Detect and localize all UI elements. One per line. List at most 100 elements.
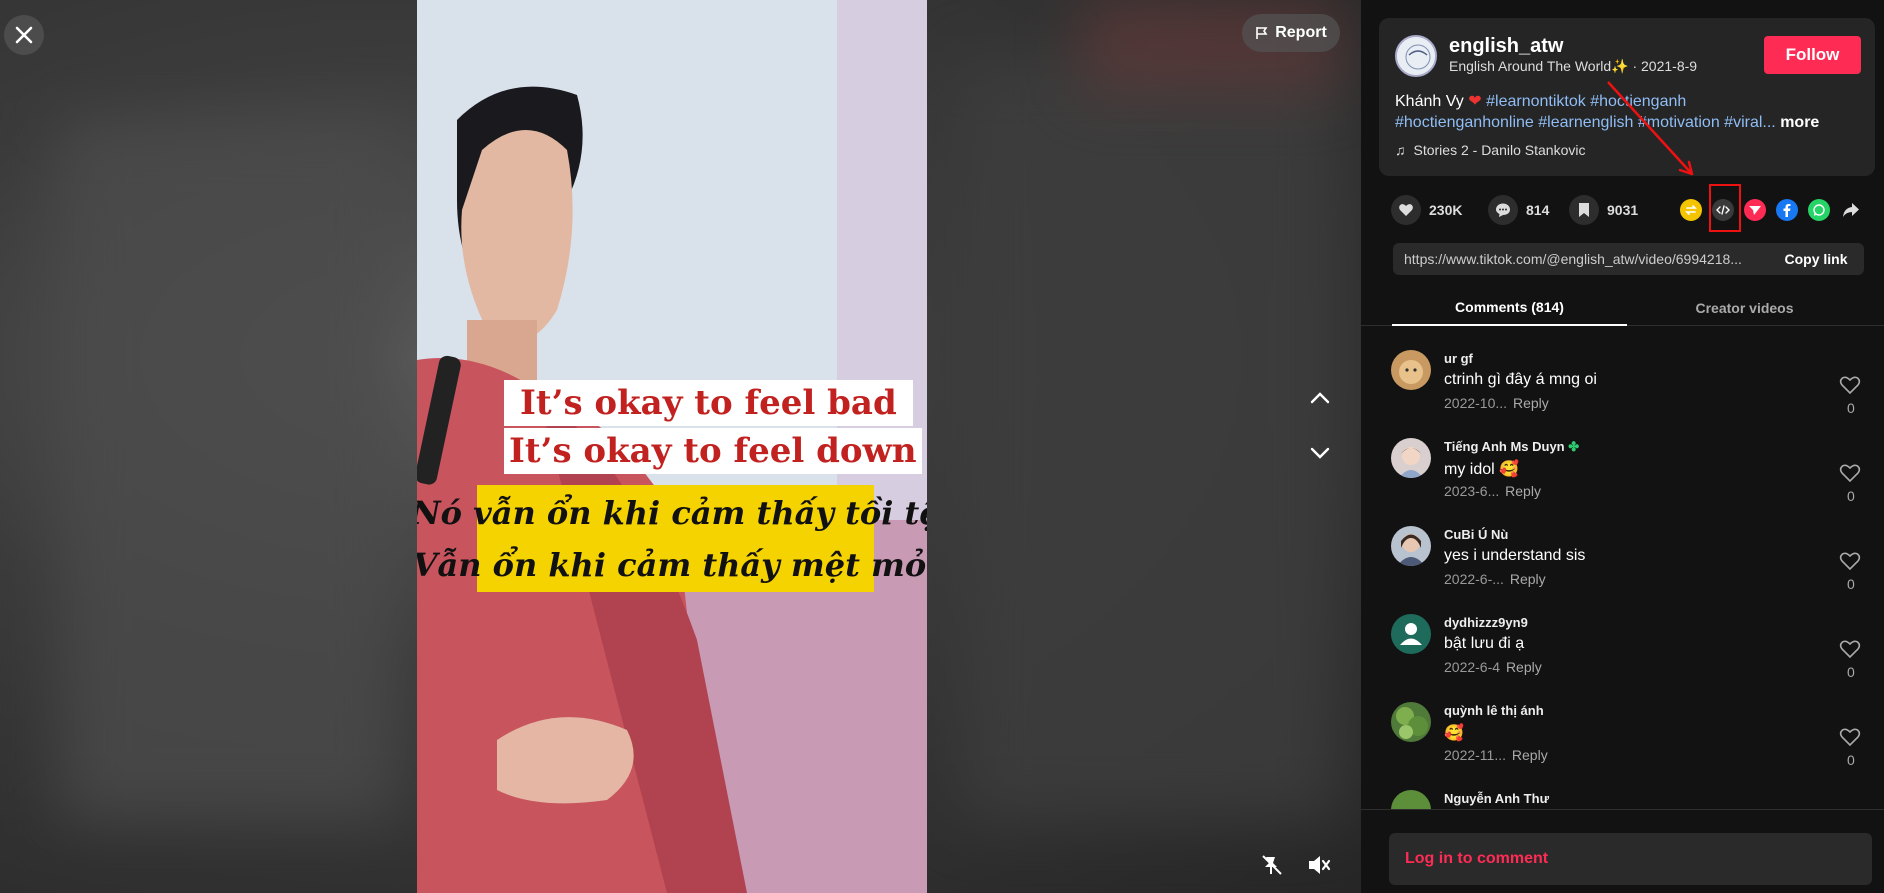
default-avatar-icon <box>1400 623 1422 645</box>
commenter-avatar[interactable] <box>1391 702 1431 742</box>
comment-count: 814 <box>1526 202 1550 218</box>
repost-icon <box>1685 205 1697 215</box>
mute-button[interactable] <box>1302 848 1336 882</box>
commenter-name[interactable]: CuBi Ú Nù <box>1444 527 1508 542</box>
commenter-name[interactable]: dydhizzz9yn9 <box>1444 615 1528 630</box>
login-to-comment-button[interactable]: Log in to comment <box>1389 833 1872 885</box>
more-share-button[interactable] <box>1840 199 1862 221</box>
reply-button[interactable]: Reply <box>1510 571 1546 587</box>
comment-stat[interactable]: 814 <box>1488 195 1549 225</box>
hashtag-link[interactable]: #learnontiktok <box>1486 93 1586 110</box>
avatar-image <box>1396 707 1428 739</box>
background-blur <box>60 120 400 820</box>
comment-date: 2022-6-4 <box>1444 659 1501 675</box>
avatar-image <box>1399 447 1423 478</box>
share-link-text[interactable]: https://www.tiktok.com/@english_atw/vide… <box>1393 251 1768 267</box>
report-button[interactable]: Report <box>1242 14 1340 52</box>
heart-emoji-icon: ❤ <box>1468 93 1482 110</box>
comment-text: ctrinh gì đây á mng oi <box>1444 371 1597 388</box>
comment-item: dydhizzz9yn9 bật lưu đi ạ 2022-6-4 Reply… <box>1361 614 1884 702</box>
commenter-name[interactable]: ur gf <box>1444 351 1473 366</box>
background-blur <box>960 60 1340 820</box>
commenter-name[interactable]: Nguyễn Anh Thư <box>1444 791 1549 806</box>
comment-item: ur gf ctrinh gì đây á mng oi 2022-10... … <box>1361 350 1884 438</box>
tiktok-video-viewer: Report It’s okay to <box>0 0 1884 893</box>
commenter-name[interactable]: Tiếng Anh Ms Duyn ✤ <box>1444 439 1579 455</box>
comment-date: 2022-11... <box>1444 747 1507 763</box>
author-nickname: English Around The World✨ <box>1449 58 1629 74</box>
commenter-avatar[interactable] <box>1391 614 1431 654</box>
comment-item: CuBi Ú Nù yes i understand sis 2022-6-..… <box>1361 526 1884 614</box>
author-username[interactable]: english_atw <box>1449 35 1563 58</box>
save-stat[interactable]: 9031 <box>1569 195 1638 225</box>
heart-outline-icon[interactable] <box>1839 462 1861 484</box>
commenter-avatar[interactable] <box>1391 790 1431 809</box>
comment-item: quỳnh lê thị ánh 🥰 2022-11... Reply 0 <box>1361 702 1884 790</box>
tab-creator-videos[interactable]: Creator videos <box>1627 290 1862 326</box>
mute-icon <box>1309 856 1331 874</box>
save-button[interactable] <box>1569 195 1599 225</box>
caption-en-line-2: It’s okay to feel down <box>504 428 922 474</box>
panel-tabs: Comments (814) Creator videos <box>1361 290 1884 326</box>
facebook-share-button[interactable] <box>1776 199 1798 221</box>
heart-outline-icon[interactable] <box>1839 726 1861 748</box>
heart-outline-icon[interactable] <box>1839 550 1861 572</box>
report-label: Report <box>1275 24 1327 41</box>
more-button[interactable]: more <box>1780 114 1819 131</box>
reply-button[interactable]: Reply <box>1506 659 1542 675</box>
video-player[interactable]: It’s okay to feel bad It’s okay to feel … <box>417 0 927 893</box>
caption-vi-line-2: Vẫn ổn khi cảm thấy mệt mỏi <box>417 545 927 584</box>
close-button[interactable] <box>4 15 44 55</box>
save-count: 9031 <box>1607 202 1639 218</box>
comment-button[interactable] <box>1488 195 1518 225</box>
comment-text: 🥰 <box>1444 725 1464 742</box>
hashtag-link[interactable]: #hoctienganhonline <box>1395 114 1534 131</box>
comment-like-count: 0 <box>1847 664 1855 680</box>
comment-meta: 2022-6-4 Reply <box>1444 659 1542 675</box>
copy-link-button[interactable]: Copy link <box>1768 243 1864 275</box>
facebook-icon <box>1783 204 1791 217</box>
hashtag-link[interactable]: #motivation <box>1638 114 1720 131</box>
send-button[interactable] <box>1744 199 1766 221</box>
follow-button[interactable]: Follow <box>1764 36 1861 74</box>
comment-text: yes i understand sis <box>1444 547 1586 564</box>
hashtag-link[interactable]: #hoctienganh <box>1590 93 1686 110</box>
like-stat[interactable]: 230K <box>1391 195 1462 225</box>
hashtag-link[interactable]: #viral... <box>1724 114 1776 131</box>
music-title: Stories 2 - Danilo Stankovic <box>1413 142 1586 158</box>
reply-button[interactable]: Reply <box>1512 747 1548 763</box>
reply-button[interactable]: Reply <box>1505 483 1541 499</box>
music-info[interactable]: ♫ Stories 2 - Danilo Stankovic <box>1395 142 1585 158</box>
commenter-name[interactable]: quỳnh lê thị ánh <box>1444 703 1544 718</box>
pip-button[interactable] <box>1255 848 1289 882</box>
repost-button[interactable] <box>1680 199 1702 221</box>
whatsapp-icon <box>1813 204 1825 216</box>
caption-vi-box: Nó vẫn ổn khi cảm thấy tồi tệ Vẫn ổn khi… <box>417 485 927 592</box>
comment-like-count: 0 <box>1847 488 1855 504</box>
heart-outline-icon[interactable] <box>1839 638 1861 660</box>
heart-outline-icon[interactable] <box>1839 374 1861 396</box>
whatsapp-share-button[interactable] <box>1808 199 1830 221</box>
next-video-button[interactable] <box>1302 435 1338 471</box>
commenter-avatar[interactable] <box>1391 438 1431 478</box>
post-date: · 2021-8-9 <box>1628 58 1698 74</box>
commenter-avatar[interactable] <box>1391 350 1431 390</box>
previous-video-button[interactable] <box>1302 380 1338 416</box>
comment-footer: Log in to comment <box>1361 809 1884 893</box>
comment-date: 2022-6-... <box>1444 571 1504 587</box>
comment-date: 2022-10... <box>1444 395 1508 411</box>
like-button[interactable] <box>1391 195 1421 225</box>
annotation-highlight-box <box>1709 184 1741 232</box>
reply-button[interactable]: Reply <box>1513 395 1549 411</box>
tab-comments[interactable]: Comments (814) <box>1392 290 1627 326</box>
hashtag-link[interactable]: #learnenglish <box>1538 114 1633 131</box>
comment-like-count: 0 <box>1847 576 1855 592</box>
flag-icon <box>1256 27 1268 39</box>
commenter-avatar[interactable] <box>1391 526 1431 566</box>
share-arrow-icon <box>1843 203 1859 217</box>
commenter-name-text: Tiếng Anh Ms Duyn <box>1444 439 1565 454</box>
comment-like-count: 0 <box>1847 400 1855 416</box>
comment-meta: 2022-6-... Reply <box>1444 571 1546 587</box>
comment-item: Nguyễn Anh Thư <box>1361 790 1884 809</box>
author-avatar[interactable] <box>1395 35 1437 77</box>
